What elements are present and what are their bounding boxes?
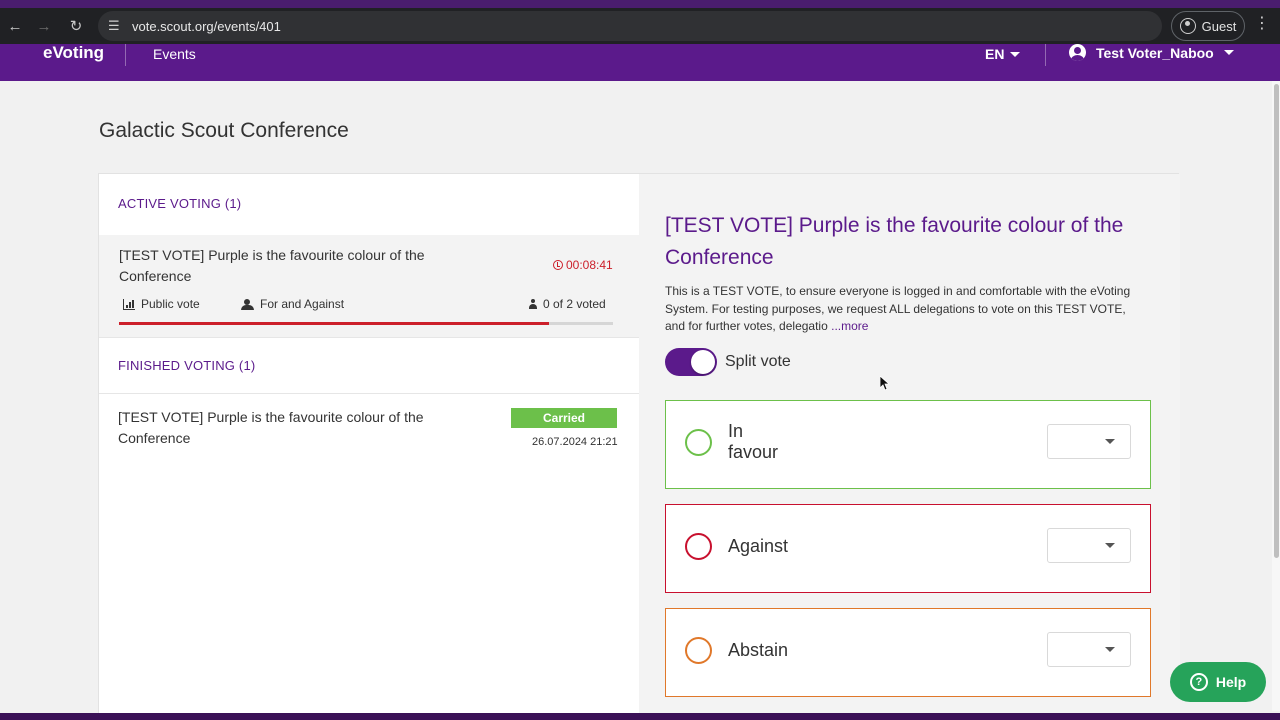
bottom-accent [0, 713, 1280, 720]
page-title: Galactic Scout Conference [99, 119, 349, 142]
browser-top-accent [0, 0, 1280, 8]
section-divider [99, 337, 639, 338]
option-label: Against [728, 536, 789, 556]
clock-icon [553, 260, 563, 270]
site-settings-icon[interactable]: ☰ [108, 18, 128, 34]
section-divider [99, 393, 639, 394]
count-dropdown[interactable] [1047, 424, 1131, 459]
timer-value: 00:08:41 [566, 258, 613, 272]
active-vote-item[interactable]: [TEST VOTE] Purple is the favourite colo… [99, 235, 639, 337]
chevron-down-icon [1223, 50, 1234, 55]
profile-label: Guest [1201, 18, 1237, 34]
reload-icon[interactable]: ↻ [61, 11, 91, 41]
address-bar[interactable]: ☰ vote.scout.org/events/401 [98, 11, 1162, 41]
option-in-favour[interactable]: In favour [665, 400, 1151, 489]
nav-events-link[interactable]: Events [153, 46, 196, 62]
option-label: In favour [728, 421, 779, 462]
more-link[interactable]: ...more [831, 319, 868, 333]
user-menu[interactable]: Test Voter_Naboo [1069, 44, 1234, 61]
user-name: Test Voter_Naboo [1096, 44, 1214, 61]
mouse-cursor-icon [880, 376, 890, 391]
language-selector[interactable]: EN [985, 46, 1021, 62]
profile-icon [1179, 18, 1196, 34]
radio-in-favour[interactable] [685, 429, 712, 456]
users-icon [241, 299, 254, 310]
forward-arrow-icon[interactable]: → [29, 11, 59, 41]
language-label: EN [985, 46, 1005, 62]
option-abstain[interactable]: Abstain [665, 608, 1151, 697]
header-divider [1045, 44, 1046, 66]
options-type: For and Against [241, 297, 344, 311]
option-against[interactable]: Against [665, 504, 1151, 593]
split-vote-row: Split vote [665, 348, 791, 376]
bar-chart-icon [123, 298, 135, 310]
chevron-down-icon [1010, 51, 1021, 57]
help-button[interactable]: ? Help [1170, 662, 1266, 702]
motion-description: This is a TEST VOTE, to ensure everyone … [665, 283, 1149, 336]
motion-description-text: This is a TEST VOTE, to ensure everyone … [665, 284, 1131, 333]
vote-type-label: Public vote [141, 297, 200, 311]
count-dropdown[interactable] [1047, 632, 1131, 667]
browser-toolbar: ← → ↻ ☰ vote.scout.org/events/401 Guest … [0, 8, 1280, 44]
radio-abstain[interactable] [685, 637, 712, 664]
option-label: Abstain [728, 640, 789, 660]
finished-voting-heading: FINISHED VOTING (1) [118, 358, 256, 373]
url-text[interactable]: vote.scout.org/events/401 [132, 19, 281, 34]
result-badge: Carried [511, 408, 617, 428]
user-icon [529, 299, 537, 309]
vote-timer: 00:08:41 [553, 258, 613, 272]
motion-title: [TEST VOTE] Purple is the favourite colo… [665, 214, 1124, 269]
voted-count-label: 0 of 2 voted [543, 297, 606, 311]
scrollbar-thumb[interactable] [1274, 84, 1279, 558]
toggle-knob [691, 350, 715, 374]
chevron-down-icon [1105, 647, 1115, 652]
help-label: Help [1215, 674, 1247, 690]
vote-meta: Public vote For and Against 0 of 2 voted [123, 297, 615, 313]
brand-logo[interactable]: eVoting [43, 44, 104, 62]
split-vote-toggle[interactable] [665, 348, 717, 376]
count-dropdown[interactable] [1047, 528, 1131, 563]
app-header: eVoting Events EN Test Voter_Naboo [0, 44, 1280, 81]
profile-button[interactable]: Guest [1171, 11, 1245, 41]
voting-panel: ACTIVE VOTING (1) [TEST VOTE] Purple is … [98, 173, 1180, 720]
chevron-down-icon [1105, 543, 1115, 548]
voting-list: ACTIVE VOTING (1) [TEST VOTE] Purple is … [99, 174, 639, 720]
help-icon: ? [1189, 673, 1208, 691]
voted-count: 0 of 2 voted [529, 297, 606, 311]
back-arrow-icon[interactable]: ← [0, 11, 30, 41]
browser-menu-icon[interactable]: ⋮ [1254, 16, 1270, 32]
split-vote-label: Split vote [725, 353, 791, 370]
time-progress-fill [119, 322, 549, 325]
user-avatar-icon [1069, 44, 1086, 61]
chevron-down-icon [1105, 439, 1115, 444]
active-vote-title: [TEST VOTE] Purple is the favourite colo… [119, 247, 425, 284]
finished-vote-title: [TEST VOTE] Purple is the favourite colo… [118, 409, 424, 446]
header-divider [125, 44, 126, 66]
active-voting-heading: ACTIVE VOTING (1) [118, 196, 242, 211]
radio-against[interactable] [685, 533, 712, 560]
time-progress-bar [119, 322, 613, 325]
options-type-label: For and Against [260, 297, 345, 311]
vote-detail: [TEST VOTE] Purple is the favourite colo… [639, 174, 1180, 720]
finished-date: 26.07.2024 21:21 [532, 436, 618, 448]
vote-type: Public vote [123, 297, 200, 311]
